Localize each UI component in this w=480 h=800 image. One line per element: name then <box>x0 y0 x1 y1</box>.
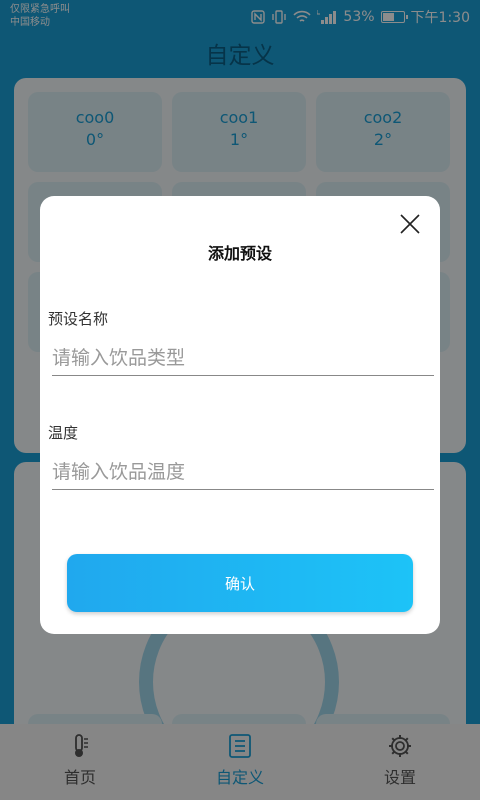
preset-name-label: 预设名称 <box>48 310 109 328</box>
preset-name-input[interactable] <box>52 340 434 376</box>
confirm-button[interactable]: 确认 <box>67 554 413 612</box>
temperature-label: 温度 <box>48 424 79 442</box>
close-button[interactable] <box>398 212 422 236</box>
add-preset-dialog: 添加预设 预设名称 温度 确认 <box>40 196 440 634</box>
dialog-title: 添加预设 <box>207 244 272 263</box>
temperature-input[interactable] <box>52 454 434 490</box>
close-icon <box>400 214 420 234</box>
